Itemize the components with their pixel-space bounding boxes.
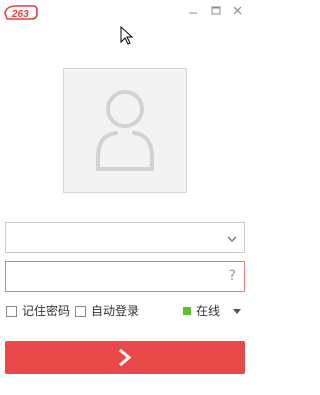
mouse-cursor-icon [120, 25, 134, 46]
auto-login-label: 自动登录 [91, 304, 140, 318]
avatar[interactable] [63, 68, 187, 193]
maximize-icon [211, 6, 221, 15]
password-field[interactable]: ? [5, 261, 245, 292]
password-help-icon[interactable]: ? [229, 268, 236, 284]
svg-text:263: 263 [11, 9, 29, 20]
chevron-down-icon [227, 236, 237, 242]
online-status-selector[interactable]: 在线 [183, 304, 245, 320]
minimize-icon [189, 12, 197, 14]
user-silhouette-icon [96, 90, 154, 171]
status-indicator [183, 307, 191, 315]
maximize-button[interactable] [207, 3, 225, 19]
minimize-button[interactable] [184, 3, 202, 19]
password-input[interactable] [12, 267, 212, 286]
auto-login-box[interactable] [75, 306, 86, 317]
remember-password-checkbox[interactable]: 记住密码 [6, 304, 71, 320]
auto-login-checkbox[interactable]: 自动登录 [75, 304, 140, 320]
caret-down-icon [233, 309, 241, 314]
remember-password-label: 记住密码 [22, 304, 71, 318]
remember-password-box[interactable] [6, 306, 17, 317]
title-bar[interactable]: 263 [0, 0, 250, 26]
status-label: 在线 [196, 304, 221, 318]
account-input[interactable] [12, 228, 212, 247]
arrow-right-icon [119, 348, 132, 367]
close-icon [233, 6, 242, 15]
login-button[interactable] [5, 341, 245, 374]
account-field[interactable] [5, 222, 245, 253]
app-logo: 263 [3, 4, 39, 22]
close-button[interactable] [229, 3, 247, 19]
account-dropdown-button[interactable] [226, 232, 238, 244]
